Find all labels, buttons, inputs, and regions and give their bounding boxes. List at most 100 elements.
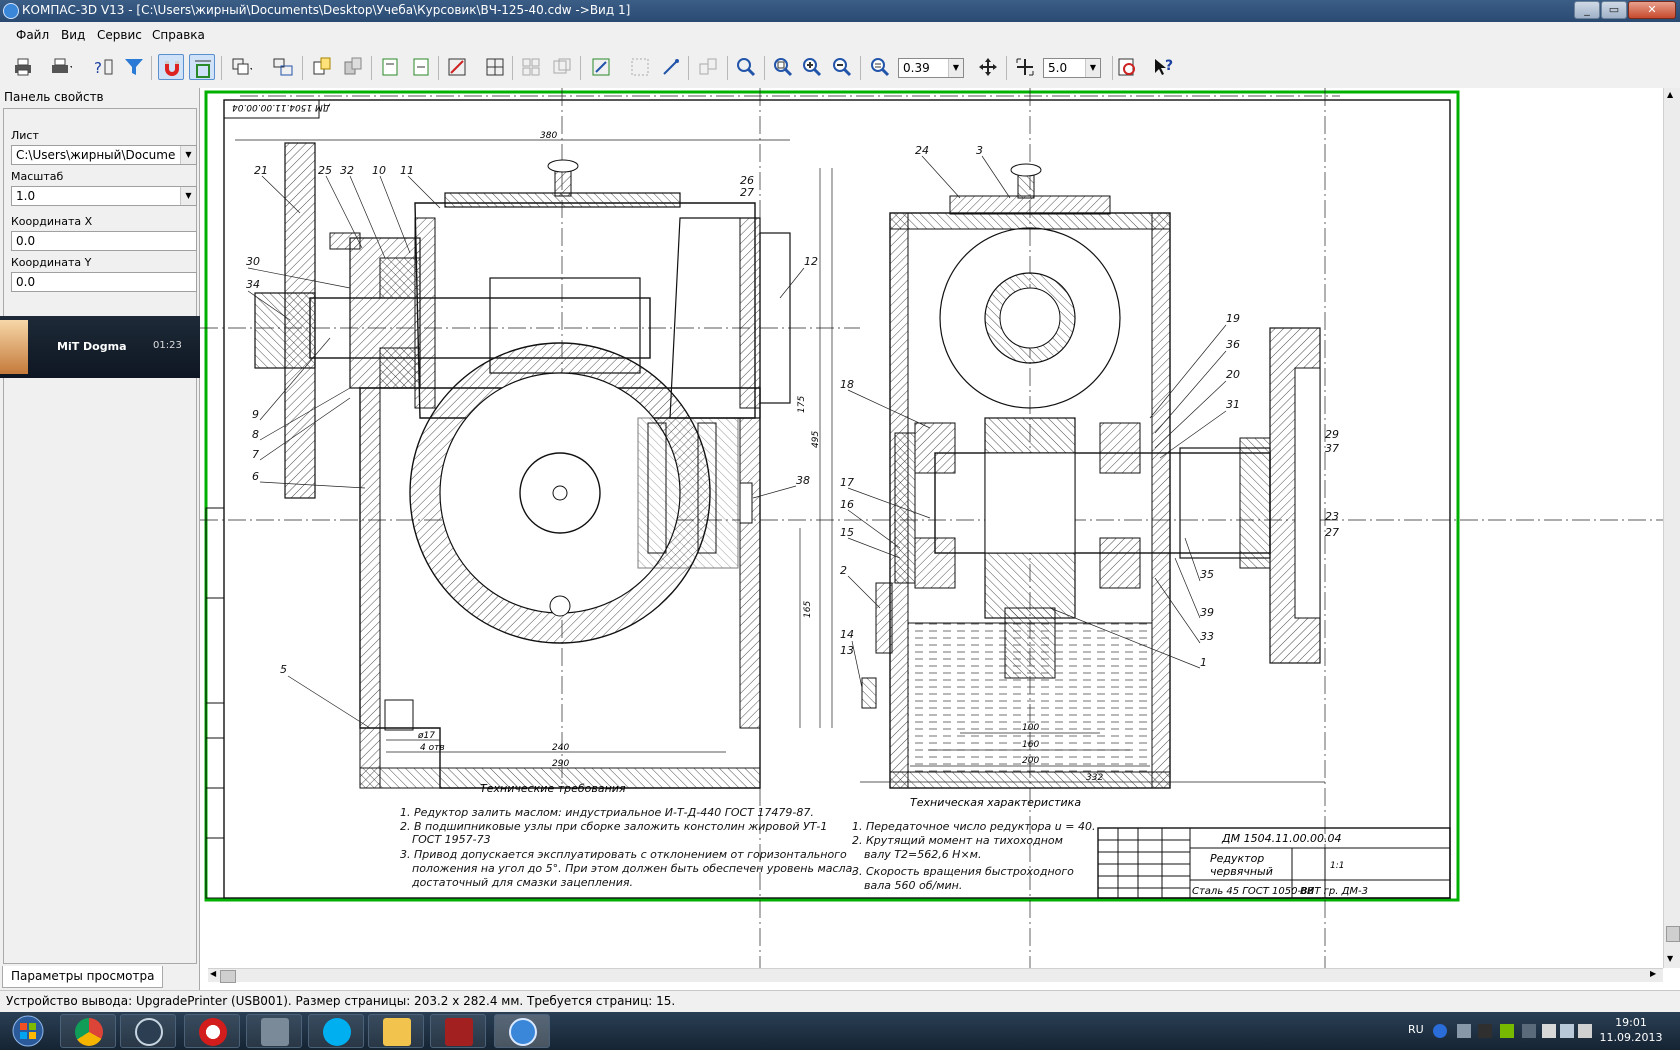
print-icon[interactable] [10,54,36,80]
insert-fragment-icon[interactable] [309,54,335,80]
print-preview-icon[interactable] [48,54,74,80]
zoom-scale-icon[interactable] [867,54,893,80]
dim-holes: 4 отв [420,743,445,753]
horizontal-scroll-thumb[interactable] [220,970,236,983]
step-cursor-icon[interactable] [1012,54,1038,80]
tray-app-icon[interactable] [1522,1024,1536,1038]
render-icon[interactable] [1114,54,1140,80]
help-icon[interactable] [1433,1024,1447,1038]
menu-file[interactable]: Файл [16,28,49,42]
view-manager-icon[interactable] [228,54,254,80]
scroll-down-icon[interactable]: ▼ [1667,954,1673,963]
zoom-value-select[interactable]: 0.39 ▼ [898,58,964,78]
taskbar-steam[interactable] [120,1014,176,1048]
sheet-add-icon[interactable] [377,54,403,80]
assembly-drawing: ДМ 1504.11.00.00.04 380 ø17 4 отв 240 29… [200,88,1663,968]
menu-view[interactable]: Вид [61,28,85,42]
move-point-icon[interactable] [658,54,684,80]
scroll-up-icon[interactable]: ▲ [1667,90,1673,99]
tray-app-icon[interactable] [1457,1024,1471,1038]
status-text: Устройство вывода: UpgradePrinter (USB00… [6,994,676,1008]
clock[interactable]: 19:01 11.09.2013 [1596,1015,1666,1045]
sheet-copy-icon[interactable] [408,54,434,80]
local-snap-icon[interactable] [189,54,215,80]
close-button[interactable]: ✕ [1628,1,1676,19]
zoom-in-icon[interactable] [799,54,825,80]
chrome-icon [75,1018,103,1046]
callout: 6 [252,470,259,483]
menu-help[interactable]: Справка [152,28,205,42]
properties-panel-title: Панель свойств [4,90,104,104]
stamp-top: ДМ 1504.11.00.00.04 [232,102,331,112]
step-value-select[interactable]: 5.0 ▼ [1043,58,1101,78]
callout: 5 [280,663,287,676]
vertical-scrollbar[interactable]: ▲ ▼ [1663,88,1680,968]
callout: 29 [1325,428,1339,441]
layers-icon[interactable] [270,54,296,80]
title-block-name-2: червячный [1210,865,1273,878]
tech-requirements-title: Технические требования [480,782,626,795]
tech-char-line: валу T2=562,6 Н×м. [864,848,981,861]
scale-value: 1.0 [16,189,36,203]
drawing-canvas[interactable]: ДМ 1504.11.00.00.04 380 ø17 4 отв 240 29… [200,88,1680,980]
taskbar-explorer[interactable] [368,1014,424,1048]
maximize-button[interactable]: ▭ [1601,1,1627,19]
zoom-window-icon[interactable] [733,54,759,80]
callout: 19 [1226,312,1240,325]
taskbar-opera[interactable] [184,1014,240,1048]
callout: 27 [740,186,754,199]
language-indicator[interactable]: RU [1408,1023,1424,1036]
taskbar-skype[interactable] [308,1014,364,1048]
coord-x-input[interactable]: 0.0 [11,231,197,251]
help-pointer-icon[interactable]: ? [90,54,116,80]
steam-tray-icon[interactable] [1478,1024,1492,1038]
nvidia-icon[interactable] [1500,1024,1514,1038]
taskbar-chrome[interactable] [60,1014,116,1048]
tech-char-line: вала 560 об/мин. [864,879,962,892]
insert-view-icon[interactable] [340,54,366,80]
volume-icon[interactable] [1578,1024,1592,1038]
taskbar-dota[interactable] [430,1014,486,1048]
sheet-label: Лист [11,129,39,142]
start-button[interactable] [6,1014,50,1048]
zoom-value: 0.39 [903,61,930,75]
filter-icon[interactable] [121,54,147,80]
callout: 30 [246,255,260,268]
pan-icon[interactable] [975,54,1001,80]
dim-175: 175 [797,396,807,413]
callout: 38 [796,474,810,487]
view-params-tab[interactable]: Параметры просмотра [2,966,164,988]
menu-service[interactable]: Сервис [97,28,142,42]
dim-240: 240 [552,743,569,753]
minimize-button[interactable]: _ [1574,1,1600,19]
vertical-scroll-thumb[interactable] [1666,926,1680,942]
taskbar-app[interactable] [246,1014,302,1048]
scroll-right-icon[interactable]: ▶ [1650,969,1656,978]
coord-y-input[interactable]: 0.0 [11,272,197,292]
callout: 25 [318,164,332,177]
pulley-hub [254,292,316,369]
grid-icon[interactable] [482,54,508,80]
zoom-area-icon[interactable] [770,54,796,80]
context-help-icon[interactable]: ? [1150,54,1176,80]
taskbar-kompas[interactable] [494,1014,550,1048]
title-block-material: Сталь 45 ГОСТ 1050-88 [1192,886,1314,897]
cut-icon[interactable] [444,54,470,80]
scroll-left-icon[interactable]: ◀ [210,969,216,978]
scale-label: Масштаб [11,170,64,183]
dota-icon [445,1018,473,1046]
network-icon[interactable] [1560,1024,1574,1038]
callout: 27 [1325,526,1339,539]
sheet-value: C:\Users\жирный\Documents [16,148,176,162]
horizontal-scrollbar[interactable]: ◀ ▶ [208,968,1663,983]
snap-magnet-icon[interactable] [158,54,184,80]
system-tray: RU 19:01 11.09.2013 [1400,1012,1680,1050]
sheet-select[interactable]: C:\Users\жирный\Documents ▼ [11,145,197,165]
zoom-fit-icon[interactable] [588,54,614,80]
flag-icon[interactable] [1542,1024,1556,1038]
title-block-designation: ДМ 1504.11.00.00.04 [1221,832,1342,845]
notification-popup[interactable]: MiT Dogma 01:23 [0,316,201,378]
toolbar: ? 0.39 ▼ 5.0 ▼ ? [0,48,1680,89]
scale-select[interactable]: 1.0 ▼ [11,186,197,206]
zoom-out-icon[interactable] [829,54,855,80]
